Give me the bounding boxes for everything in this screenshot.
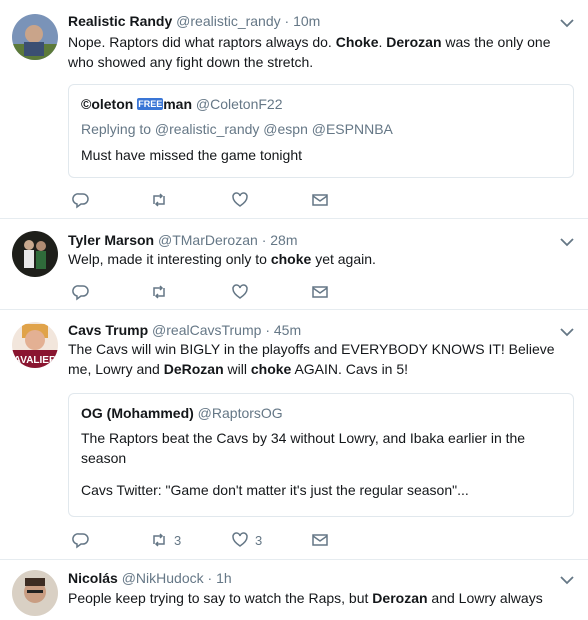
quoted-tweet[interactable]: ©oleton FREEman @ColetonF22 Replying to … <box>68 84 574 178</box>
retweet-icon <box>153 193 165 207</box>
reply-icon <box>72 285 89 301</box>
display-name[interactable]: Nicolás <box>68 570 118 586</box>
display-name[interactable]: Cavs Trump <box>68 322 148 338</box>
chevron-down-icon[interactable] <box>560 18 574 28</box>
tweet-text: People keep trying to say to watch the R… <box>68 590 543 606</box>
separator-dot: · <box>284 13 290 29</box>
retweet-button[interactable]: 3 <box>150 531 181 549</box>
message-icon <box>312 534 328 546</box>
separator-dot: · <box>265 322 270 338</box>
quoted-display-name: ©oleton FREEman <box>81 96 193 112</box>
quoted-handle: @RaptorsOG <box>197 405 283 421</box>
timestamp[interactable]: 10m <box>293 13 320 29</box>
quoted-tweet[interactable]: OG (Mohammed) @RaptorsOG The Raptors bea… <box>68 393 574 517</box>
like-icon <box>232 284 248 299</box>
like-button[interactable] <box>231 283 249 301</box>
quoted-text: Must have missed the game tonight <box>81 147 303 163</box>
retweet-icon <box>153 533 165 547</box>
user-handle[interactable]: @TMarDerozan <box>158 232 258 248</box>
retweet-button[interactable] <box>150 283 168 301</box>
separator-dot: · <box>261 232 267 248</box>
reply-button[interactable] <box>72 531 90 549</box>
timestamp[interactable]: 1h <box>216 570 232 586</box>
chevron-down-icon[interactable] <box>560 327 574 337</box>
message-icon <box>312 194 328 206</box>
tweet-tyler-marson[interactable]: Tyler Marson @TMarDerozan · 28m Welp, ma… <box>0 219 588 310</box>
quoted-text-2: Cavs Twitter: "Game don't matter it's ju… <box>81 482 469 498</box>
chevron-down-icon[interactable] <box>560 575 574 585</box>
display-name[interactable]: Tyler Marson <box>68 232 154 248</box>
tweet-nicolas[interactable]: Nicolás @NikHudock · 1h People keep tryi… <box>0 560 588 620</box>
avatar[interactable]: AVALIER <box>12 322 58 368</box>
retweet-count: 3 <box>174 532 182 548</box>
tweet-cavs-trump[interactable]: AVALIER Cavs Trump @realCavsTrump · 45m … <box>0 310 588 560</box>
like-button[interactable] <box>231 191 249 209</box>
reply-icon <box>72 193 89 209</box>
quoted-handle: @ColetonF22 <box>195 96 283 112</box>
retweet-button[interactable] <box>150 191 168 209</box>
quoted-text: The Raptors beat the Cavs by 34 without … <box>81 430 526 466</box>
retweet-icon <box>153 285 165 299</box>
reply-button[interactable] <box>72 283 90 301</box>
timestamp[interactable]: 28m <box>270 232 297 248</box>
replying-to: Replying to @realistic_randy @espn @ESPN… <box>81 121 393 137</box>
tweet-text: Welp, made it interesting only to choke … <box>68 251 376 267</box>
like-count: 3 <box>255 532 263 548</box>
avatar[interactable] <box>12 14 58 60</box>
display-name[interactable]: Realistic Randy <box>68 13 172 29</box>
like-button[interactable]: 3 <box>231 531 262 549</box>
avatar-jersey-text: AVALIER <box>14 355 57 366</box>
timestamp[interactable]: 45m <box>274 322 301 338</box>
chevron-down-icon[interactable] <box>560 237 574 247</box>
reply-icon <box>72 533 89 549</box>
separator-dot: · <box>207 570 213 586</box>
like-icon <box>232 192 248 207</box>
message-button[interactable] <box>311 283 329 301</box>
avatar[interactable] <box>12 570 58 616</box>
reply-button[interactable] <box>72 191 90 209</box>
tweet-text: Nope. Raptors did what raptors always do… <box>68 34 551 70</box>
free-badge: FREE <box>137 98 164 110</box>
message-icon <box>312 286 328 298</box>
user-handle[interactable]: @realCavsTrump <box>152 322 261 338</box>
tweet-realistic-randy[interactable]: Realistic Randy @realistic_randy · 10m N… <box>0 0 588 219</box>
user-handle[interactable]: @NikHudock <box>122 570 204 586</box>
quoted-display-name: OG (Mohammed) <box>81 405 194 421</box>
message-button[interactable] <box>311 191 329 209</box>
tweet-text: The Cavs will win BIGLY in the playoffs … <box>68 341 555 377</box>
user-handle[interactable]: @realistic_randy <box>176 13 280 29</box>
avatar[interactable] <box>12 231 58 277</box>
message-button[interactable] <box>311 531 329 549</box>
like-icon <box>232 532 248 547</box>
